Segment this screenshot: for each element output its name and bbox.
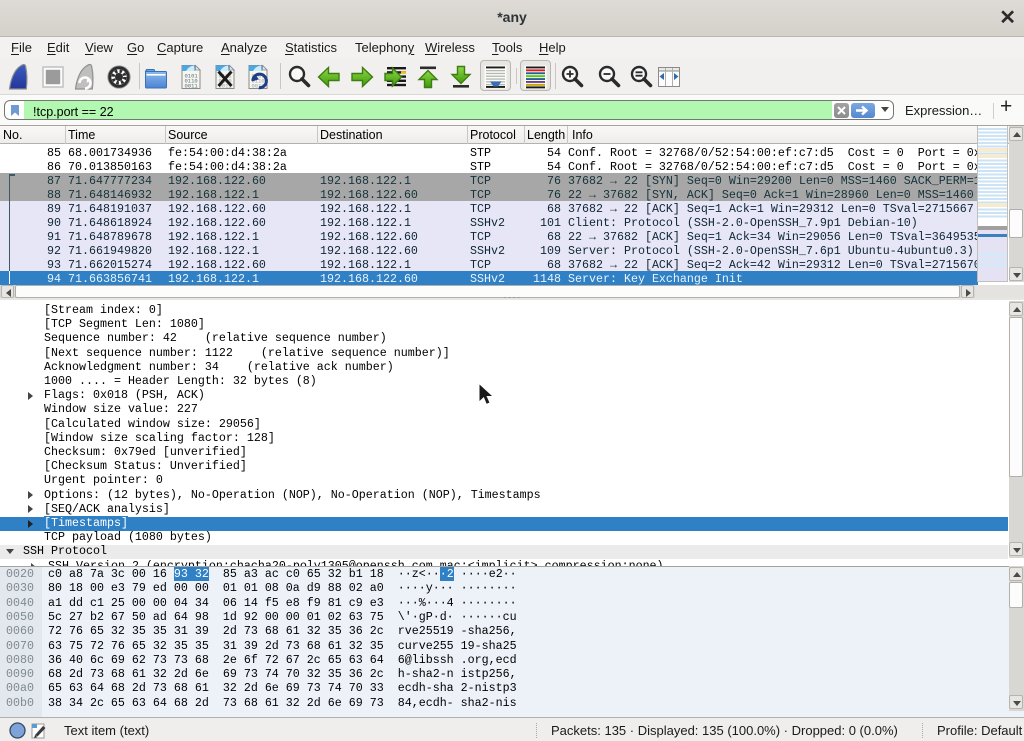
svg-text:0011: 0011: [185, 83, 199, 90]
